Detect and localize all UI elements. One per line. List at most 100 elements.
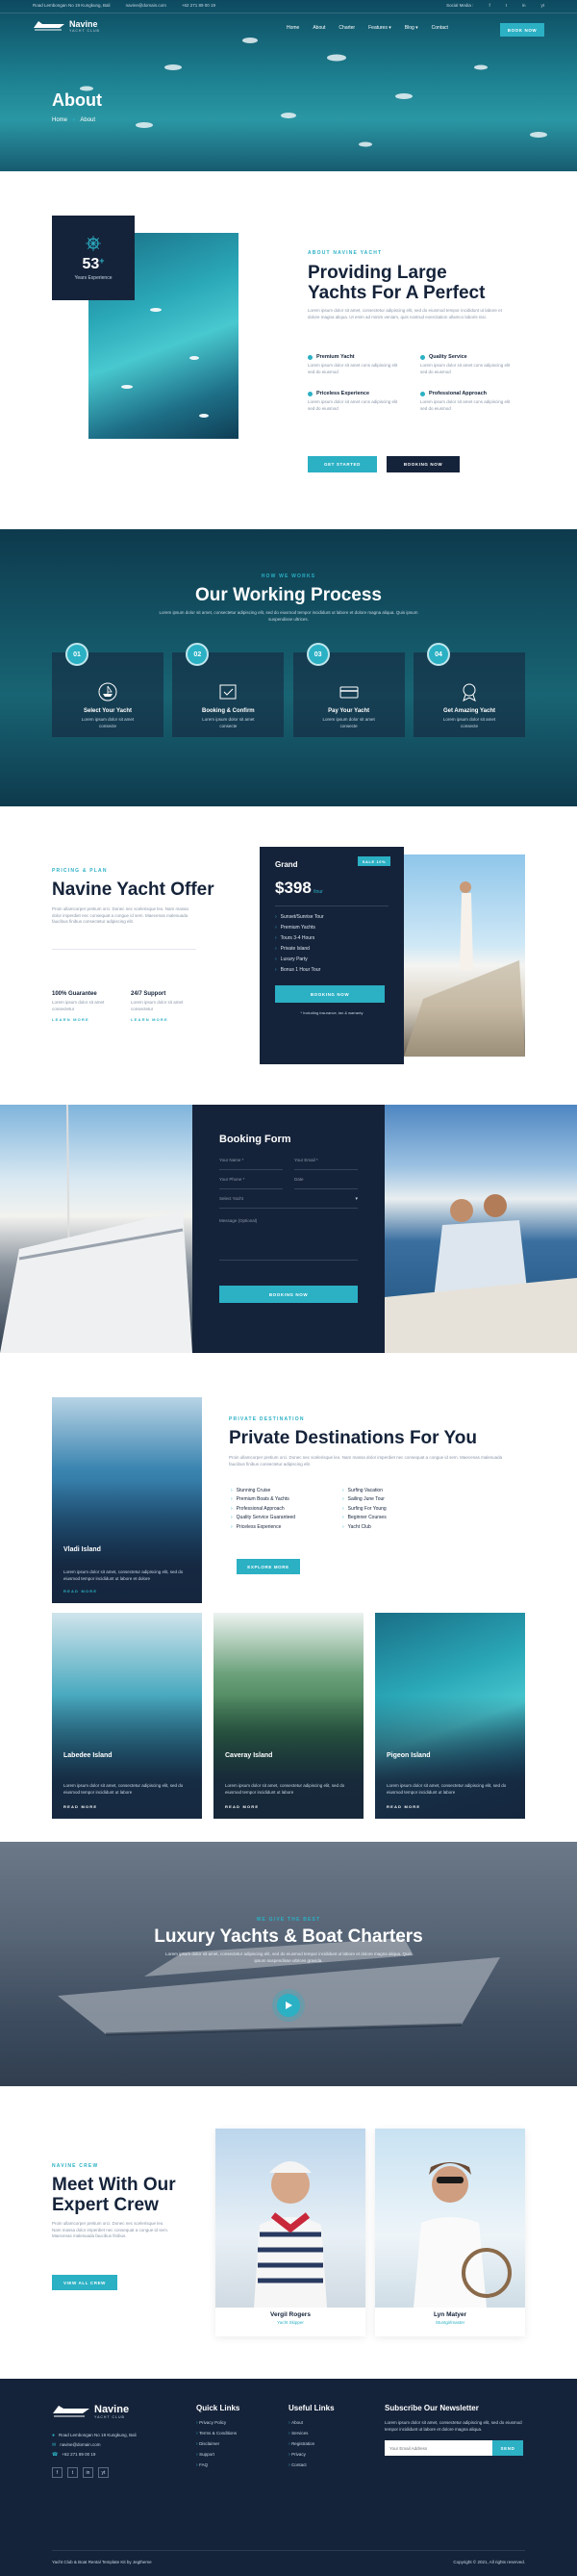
footer-link[interactable]: › Support: [196, 2452, 239, 2462]
booking-submit-button[interactable]: BOOKING NOW: [219, 1286, 358, 1303]
yacht-select-value: Select Yacht: [219, 1196, 243, 1201]
twitter-icon[interactable]: t: [67, 2467, 78, 2478]
process-title: Our Working Process: [195, 585, 382, 605]
explore-more-button[interactable]: EXPLORE MORE: [237, 1559, 300, 1574]
offer-feature-title: 100% Guarantee: [52, 991, 97, 997]
brand-name: Navine: [69, 19, 98, 29]
nav-blog[interactable]: Blog ▾: [405, 25, 418, 31]
breadcrumb-home[interactable]: Home: [52, 117, 67, 123]
newsletter-email-input[interactable]: [385, 2440, 492, 2456]
offer-feature-guarantee: 100% Guarantee Lorem ipsum dolor sit ame…: [52, 991, 117, 1022]
play-button[interactable]: [277, 1994, 300, 2017]
offer-feature-desc: Lorem ipsum dolor sit amet consectetur: [131, 1000, 184, 1011]
pricing-card: Grand SALE 10% $398 /tour › Sunset/Sunris…: [260, 847, 404, 1064]
step-number: 01: [65, 643, 88, 666]
feature-title: Quality Service: [429, 354, 467, 360]
nav-contact[interactable]: Contact: [432, 25, 448, 31]
destinations-list-right: › Surfing Vacation › Sailing June Tour › Su…: [342, 1486, 387, 1532]
ship-wheel-icon: [86, 236, 101, 251]
view-all-crew-button[interactable]: VIEW ALL CREW: [52, 2275, 117, 2290]
nav-features[interactable]: Features ▾: [368, 25, 391, 31]
email-field[interactable]: Your Email *: [294, 1151, 358, 1170]
footer-logo[interactable]: Navine YACHT CLUB: [52, 2404, 129, 2419]
footer-link[interactable]: › Registration: [288, 2441, 335, 2452]
featured-destination-card[interactable]: Vladi Island Lorem ipsum dolor sit amet,…: [52, 1397, 202, 1603]
chevron-right-icon: ›: [275, 925, 277, 931]
facebook-icon[interactable]: f: [52, 2467, 63, 2478]
crew-card[interactable]: Lyn Matyer Stuntgirlmaster: [375, 2129, 525, 2336]
date-field[interactable]: Date: [294, 1170, 358, 1189]
sailboat-illustration: [0, 1105, 192, 1353]
footer-link[interactable]: › Privacy Policy: [196, 2420, 239, 2431]
nav-home[interactable]: Home: [287, 25, 299, 31]
destinations-eyebrow: PRIVATE DESTINATION: [229, 1416, 305, 1422]
footer-credits: Yacht Club & Boat Rental Template Kit by…: [52, 2560, 152, 2564]
read-more-link[interactable]: READ MORE: [63, 1804, 97, 1809]
plan-booking-button[interactable]: BOOKING NOW: [275, 985, 385, 1003]
destination-card[interactable]: Pigeon Island Lorem ipsum dolor sit amet…: [375, 1613, 525, 1819]
learn-more-link[interactable]: LEARN MORE: [131, 1017, 196, 1022]
linkedin-icon[interactable]: in: [83, 2467, 93, 2478]
destination-desc: Lorem ipsum dolor sit amet, consectetur …: [63, 1783, 184, 1795]
check-circle-icon: [308, 354, 313, 360]
footer-link[interactable]: › Disclaimer: [196, 2441, 239, 2452]
crew-card[interactable]: Vergil Rogers Yacht Skipper: [215, 2129, 365, 2336]
yacht-select[interactable]: Select Yacht ▾: [219, 1189, 358, 1209]
message-field[interactable]: Message (Optional): [219, 1209, 358, 1261]
topbar-address: Road Lembongan No 19 Kungkung, Bali: [33, 3, 111, 9]
phone-field[interactable]: Your Phone *: [219, 1170, 283, 1189]
footer-phone[interactable]: +62 271 89 00 19: [62, 2452, 95, 2461]
feature-professional-approach: Professional Approach Lorem ipsum dolor …: [420, 391, 515, 412]
booking-now-button[interactable]: BOOKING NOW: [387, 456, 460, 472]
crew-title-line2: Expert Crew: [52, 2195, 159, 2215]
plan-item: › Bonus 1 Hour Tour: [275, 967, 389, 978]
footer-link[interactable]: › Contact: [288, 2462, 335, 2473]
footer-link[interactable]: › Services: [288, 2431, 335, 2441]
feature-desc: Lorem ipsum dolor sit amet cons adipisci…: [420, 363, 511, 374]
destinations-section: Vladi Island Lorem ipsum dolor sit amet,…: [0, 1353, 577, 1842]
topbar-email[interactable]: navine@domain.com: [126, 3, 166, 10]
video-eyebrow: WE GIVE THE BEST: [256, 1917, 321, 1923]
twitter-icon[interactable]: t: [506, 3, 507, 10]
breadcrumb: Home » About: [52, 117, 95, 123]
nav-about[interactable]: About: [313, 25, 325, 31]
yacht-logo-icon: [34, 21, 64, 31]
read-more-link[interactable]: READ MORE: [387, 1804, 420, 1809]
list-item: › Surfing For Young: [342, 1505, 387, 1512]
read-more-link[interactable]: READ MORE: [63, 1589, 97, 1594]
footer-link[interactable]: › Terms & Conditions: [196, 2431, 239, 2441]
book-now-button[interactable]: BOOK NOW: [500, 23, 544, 37]
destination-card[interactable]: Caveray Island Lorem ipsum dolor sit ame…: [213, 1613, 364, 1819]
about-features: Premium Yacht Lorem ipsum dolor sit amet…: [308, 354, 515, 412]
read-more-link[interactable]: READ MORE: [225, 1804, 259, 1809]
topbar-phone[interactable]: +62 271 89 00 19: [182, 3, 215, 10]
chevron-right-icon: ›: [275, 967, 277, 973]
video-description: Lorem ipsum dolor sit amet, consectetur …: [165, 1951, 412, 1963]
learn-more-link[interactable]: LEARN MORE: [52, 1017, 117, 1022]
chevron-right-icon: ›: [231, 1515, 233, 1521]
get-started-button[interactable]: GET STARTED: [308, 456, 377, 472]
crew-section: NAVINE CREW Meet With Our Expert Crew Pr…: [0, 2086, 577, 2379]
map-pin-icon: ●: [52, 2433, 56, 2438]
about-title-line1: Providing Large: [308, 263, 447, 283]
plan-item: › Premium Yachts: [275, 925, 389, 935]
youtube-icon[interactable]: yt: [98, 2467, 109, 2478]
step-title: Get Amazing Yacht: [442, 708, 495, 714]
step-number: 02: [186, 643, 210, 666]
destination-card[interactable]: Labedee Island Lorem ipsum dolor sit ame…: [52, 1613, 202, 1819]
footer-email[interactable]: navine@domain.com: [60, 2442, 100, 2452]
youtube-icon[interactable]: yt: [540, 3, 544, 10]
name-field[interactable]: Your Name *: [219, 1151, 283, 1170]
footer-link[interactable]: › About: [288, 2420, 335, 2431]
linkedin-icon[interactable]: in: [522, 3, 526, 10]
footer-link[interactable]: › FAQ: [196, 2462, 239, 2473]
footer-address: Road Lembongan No 19 Kungkung, Bali: [59, 2433, 137, 2437]
plan-item: › Luxury Party: [275, 956, 389, 967]
footer-link[interactable]: › Privacy: [288, 2452, 335, 2462]
nav-charter[interactable]: Charter: [339, 25, 355, 31]
price: $398: [275, 879, 312, 897]
logo[interactable]: Navine YACHT CLUB: [33, 19, 100, 33]
chevron-right-icon: ›: [231, 1505, 233, 1512]
newsletter-send-button[interactable]: SEND: [492, 2440, 523, 2456]
topbar-social-label: Social Media :: [446, 3, 474, 9]
